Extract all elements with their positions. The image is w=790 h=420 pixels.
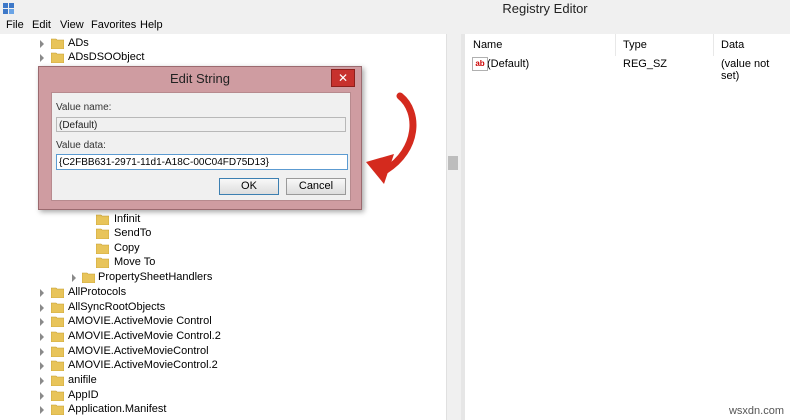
- title-bar: Registry Editor: [0, 0, 790, 18]
- folder-icon: [51, 38, 64, 49]
- tree-node-label: Infinit: [114, 213, 141, 225]
- tree-node-label: Copy: [114, 242, 140, 254]
- watermark: wsxdn.com: [728, 405, 784, 417]
- folder-icon: [51, 331, 64, 342]
- expand-arrow-icon[interactable]: [40, 40, 44, 48]
- menu-edit[interactable]: Edit: [32, 19, 51, 31]
- tree-node-label: Move To: [114, 256, 156, 268]
- annotation-arrow-icon: [366, 92, 417, 184]
- tree-node-label: AMOVIE.ActiveMovieControl: [68, 345, 209, 357]
- expand-arrow-icon[interactable]: [40, 289, 44, 297]
- folder-icon: [96, 228, 109, 239]
- folder-icon: [51, 52, 64, 63]
- expand-arrow-icon[interactable]: [40, 362, 44, 370]
- value-type-cell[interactable]: REG_SZ: [623, 58, 667, 70]
- value-data-input[interactable]: [56, 154, 348, 170]
- column-header-data[interactable]: Data: [721, 39, 744, 51]
- expand-arrow-icon[interactable]: [40, 406, 44, 414]
- value-data-label: Value data:: [56, 140, 106, 151]
- tree-node-label: AllSyncRootObjects: [68, 301, 166, 313]
- column-divider[interactable]: [615, 34, 616, 56]
- tree-node-label: SendTo: [114, 227, 152, 239]
- value-name-label: Value name:: [56, 102, 112, 113]
- window-title: Registry Editor: [502, 1, 588, 16]
- expand-arrow-icon[interactable]: [72, 274, 76, 282]
- tree-node-label: AllProtocols: [68, 286, 127, 298]
- column-divider[interactable]: [713, 34, 714, 56]
- menu-bar: File Edit View Favorites Help: [0, 18, 790, 34]
- tree-node-label: PropertySheetHandlers: [98, 271, 213, 283]
- tree-node-label: AMOVIE.ActiveMovie Control: [68, 315, 212, 327]
- menu-view[interactable]: View: [60, 19, 84, 31]
- values-list-pane[interactable]: Name Type Data (Default) REG_SZ (value n…: [465, 34, 790, 420]
- value-data-cell[interactable]: (value not set): [721, 58, 790, 82]
- expand-arrow-icon[interactable]: [40, 318, 44, 326]
- close-icon[interactable]: ✕: [331, 69, 355, 87]
- expand-arrow-icon[interactable]: [40, 392, 44, 400]
- folder-icon: [51, 287, 64, 298]
- tree-node-label: Application.Manifest: [68, 403, 167, 415]
- menu-file[interactable]: File: [6, 19, 24, 31]
- cancel-button[interactable]: Cancel: [286, 178, 346, 195]
- dialog-body: Value name: (Default) Value data: OK Can…: [51, 92, 351, 201]
- string-value-icon: ab: [472, 57, 488, 71]
- menu-favorites[interactable]: Favorites: [91, 19, 136, 31]
- folder-icon: [82, 272, 95, 283]
- expand-arrow-icon[interactable]: [40, 377, 44, 385]
- tree-node-label: anifile: [68, 374, 97, 386]
- tree-node-label: ADs: [68, 37, 89, 49]
- tree-node-label: AMOVIE.ActiveMovie Control.2: [68, 330, 221, 342]
- folder-icon: [51, 390, 64, 401]
- folder-icon: [51, 316, 64, 327]
- folder-icon: [51, 346, 64, 357]
- edit-string-dialog: Edit String ✕ Value name: (Default) Valu…: [38, 66, 362, 210]
- expand-arrow-icon[interactable]: [40, 333, 44, 341]
- menu-help[interactable]: Help: [140, 19, 163, 31]
- tree-node-label: ADsDSOObject: [68, 51, 145, 63]
- column-header-name[interactable]: Name: [473, 39, 502, 51]
- folder-icon: [51, 375, 64, 386]
- dialog-title: Edit String: [170, 71, 230, 86]
- folder-icon: [96, 257, 109, 268]
- folder-icon: [96, 214, 109, 225]
- value-name-cell[interactable]: (Default): [487, 58, 529, 70]
- folder-icon: [51, 360, 64, 371]
- folder-icon: [51, 404, 64, 415]
- expand-arrow-icon[interactable]: [40, 54, 44, 62]
- folder-icon: [96, 243, 109, 254]
- tree-scrollbar-thumb[interactable]: [448, 156, 458, 170]
- tree-scrollbar[interactable]: [446, 34, 462, 420]
- tree-node-label: AMOVIE.ActiveMovieControl.2: [68, 359, 218, 371]
- value-name-field[interactable]: (Default): [56, 117, 346, 132]
- tree-node-label: AppID: [68, 389, 99, 401]
- expand-arrow-icon[interactable]: [40, 304, 44, 312]
- expand-arrow-icon[interactable]: [40, 348, 44, 356]
- ok-button[interactable]: OK: [219, 178, 279, 195]
- folder-icon: [51, 302, 64, 313]
- column-header-type[interactable]: Type: [623, 39, 647, 51]
